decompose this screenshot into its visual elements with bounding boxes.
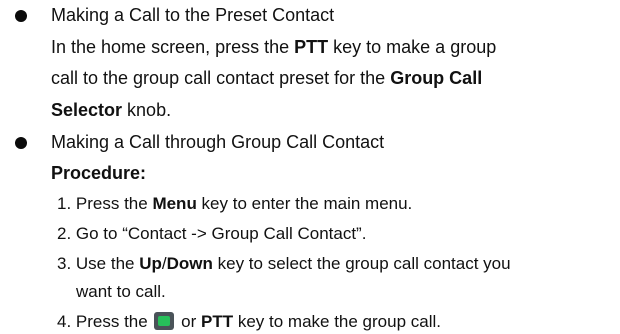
text: key to select the group call contact you <box>212 254 511 273</box>
text: 1. Press the <box>57 194 153 213</box>
step-1: 1. Press the Menu key to enter the main … <box>57 195 412 212</box>
section-1-heading: Making a Call to the Preset Contact <box>51 5 335 25</box>
text: 3. Use the <box>57 254 140 273</box>
procedure-heading: Procedure: <box>51 164 146 182</box>
section-1-line-1: In the home screen, press the PTT key to… <box>51 38 496 56</box>
section-1-line-2: call to the group call contact preset fo… <box>51 69 482 87</box>
text: 4. Press the <box>57 312 153 331</box>
text: call to the group call contact preset fo… <box>51 68 391 88</box>
bullet-1 <box>15 10 27 22</box>
selector-label: Selector <box>51 100 123 120</box>
text: In the home screen, press the <box>51 37 295 57</box>
procedure-label: Procedure: <box>51 163 147 183</box>
up-key-label: Up <box>139 254 162 273</box>
call-key-icon <box>154 312 175 330</box>
text: knob. <box>122 100 172 120</box>
text: key to make the group call. <box>233 312 441 331</box>
ptt-key-label: PTT <box>294 37 329 57</box>
section-2-heading: Making a Call through Group Call Contact <box>51 132 385 152</box>
text: key to make a group <box>328 37 497 57</box>
text: key to enter the main menu. <box>196 194 413 213</box>
menu-key-label: Menu <box>152 194 197 213</box>
step-3-continued: want to call. <box>76 282 166 301</box>
ptt-key-label: PTT <box>201 312 234 331</box>
down-key-label: Down <box>166 254 213 273</box>
text: or <box>176 312 201 331</box>
section-1-line-3: Selector knob. <box>51 101 171 119</box>
step-4: 4. Press the or PTT key to make the grou… <box>57 312 441 330</box>
bullet-2 <box>15 137 27 149</box>
step-3: 3. Use the Up/Down key to select the gro… <box>57 255 511 272</box>
group-call-label: Group Call <box>390 68 483 88</box>
step-2: 2. Go to “Contact -> Group Call Contact”… <box>57 224 367 243</box>
